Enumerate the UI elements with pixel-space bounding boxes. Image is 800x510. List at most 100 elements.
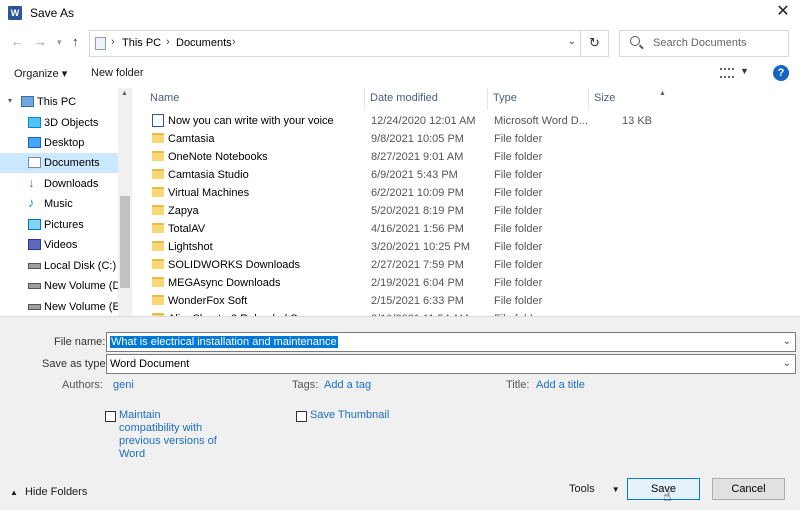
cancel-button[interactable]: Cancel <box>712 478 785 500</box>
cell-type: File folder <box>494 151 543 163</box>
chevron-right-icon[interactable]: › <box>111 36 115 48</box>
file-list-scrollbar[interactable] <box>656 88 670 316</box>
new-folder-button[interactable]: New folder <box>91 67 144 79</box>
pictures-icon <box>28 219 41 230</box>
address-bar[interactable]: › This PC › Documents › ⌄ ↻ <box>89 30 609 57</box>
title-bar: W Save As ✕ <box>0 0 800 26</box>
table-row[interactable]: Camtasia 9/8/2021 10:05 PM File folder <box>146 130 656 148</box>
cell-type: File folder <box>494 169 543 181</box>
drive-icon <box>28 304 41 310</box>
cell-name: WonderFox Soft <box>168 295 248 307</box>
column-header-type[interactable]: Type <box>487 88 588 110</box>
folder-icon <box>152 151 164 161</box>
address-row: ← → ▾ ↑ › This PC › Documents › ⌄ ↻ Sear… <box>0 26 800 60</box>
pc-icon <box>21 96 34 107</box>
nav-item-3d-objects[interactable]: 3D Objects <box>0 113 118 133</box>
cell-type: File folder <box>494 241 543 253</box>
search-box[interactable]: Search Documents <box>619 30 789 57</box>
chevron-right-icon[interactable]: › <box>232 36 236 48</box>
cell-date: 2/19/2021 6:04 PM <box>371 277 464 289</box>
word-icon: W <box>8 6 22 20</box>
cell-name: MEGAsync Downloads <box>168 277 281 289</box>
search-placeholder: Search Documents <box>653 37 747 49</box>
chevron-down-icon[interactable]: ⌄ <box>783 336 791 347</box>
expand-icon[interactable]: ▾ <box>8 96 12 105</box>
cell-date: 6/2/2021 10:09 PM <box>371 187 464 199</box>
address-dropdown-icon[interactable]: ⌄ <box>568 36 576 47</box>
nav-item-pictures[interactable]: Pictures <box>0 215 118 235</box>
breadcrumb-this-pc[interactable]: This PC <box>122 37 161 49</box>
table-row[interactable]: Zapya 5/20/2021 8:19 PM File folder <box>146 202 656 220</box>
nav-item-new-volume-e[interactable]: New Volume (E:) <box>0 297 127 317</box>
hide-folders-button[interactable]: ▲ Hide Folders <box>10 486 87 498</box>
cell-type: File folder <box>494 187 543 199</box>
cell-date: 5/20/2021 8:19 PM <box>371 205 464 217</box>
table-row[interactable]: Now you can write with your voice 12/24/2… <box>146 112 656 130</box>
chevron-right-icon[interactable]: › <box>166 36 170 48</box>
save-thumbnail-checkbox[interactable] <box>296 411 307 422</box>
table-row[interactable]: Lightshot 3/20/2021 10:25 PM File folder <box>146 238 656 256</box>
maintain-compatibility-checkbox[interactable] <box>105 411 116 422</box>
table-row[interactable]: Virtual Machines 6/2/2021 10:09 PM File fo… <box>146 184 656 202</box>
back-icon[interactable]: ← <box>11 34 24 49</box>
forward-icon[interactable]: → <box>34 34 47 49</box>
save-as-type-select[interactable]: Word Document ⌄ <box>106 354 796 374</box>
folder-icon <box>152 133 164 143</box>
window-title: Save As <box>30 6 75 20</box>
cell-name: TotalAV <box>168 223 206 235</box>
column-header-date-modified[interactable]: ⌃ Date modified <box>364 88 487 110</box>
nav-item-this-pc[interactable]: ▾ This PC <box>0 92 118 112</box>
table-row[interactable]: SOLIDWORKS Downloads 2/27/2021 7:59 PM Fil… <box>146 256 656 274</box>
title-label: Title: <box>506 379 530 391</box>
drive-icon <box>28 283 41 289</box>
nav-scrollbar[interactable] <box>118 88 132 316</box>
chevron-down-icon[interactable]: ⌄ <box>783 358 791 369</box>
maintain-compatibility-label[interactable]: Maintain compatibility with previous ver… <box>119 409 217 461</box>
cell-date: 9/8/2021 10:05 PM <box>371 133 464 145</box>
folder-icon <box>152 223 164 233</box>
tags-label: Tags: <box>292 379 319 391</box>
up-icon[interactable]: ↑ <box>72 34 79 49</box>
add-tag-link[interactable]: Add a tag <box>324 379 371 391</box>
search-icon <box>630 36 640 46</box>
cell-type: File folder <box>494 205 543 217</box>
cell-name: Lightshot <box>168 241 213 253</box>
view-options-icon[interactable] <box>720 68 734 78</box>
cell-date: 3/20/2021 10:25 PM <box>371 241 471 253</box>
help-icon[interactable]: ? <box>773 65 789 81</box>
nav-scroll-thumb[interactable] <box>120 196 130 288</box>
documents-icon <box>28 157 41 168</box>
table-row[interactable]: MEGAsync Downloads 2/19/2021 6:04 PM File … <box>146 274 656 292</box>
nav-item-local-disk-c[interactable]: Local Disk (C:) <box>0 256 118 276</box>
tools-button[interactable]: Tools ▼ <box>569 483 620 495</box>
cell-name: Zapya <box>168 205 199 217</box>
organize-button[interactable]: Organize ▾ <box>14 67 67 80</box>
cell-date: 8/27/2021 9:01 AM <box>371 151 464 163</box>
cell-name: OneNote Notebooks <box>168 151 268 163</box>
breadcrumb-documents[interactable]: Documents <box>176 37 232 49</box>
cell-date: 12/24/2020 12:01 AM <box>371 115 476 127</box>
table-row[interactable]: Camtasia Studio 6/9/2021 5:43 PM File fold… <box>146 166 656 184</box>
nav-item-documents[interactable]: Documents <box>0 153 118 173</box>
table-row[interactable]: OneNote Notebooks 8/27/2021 9:01 AM File f… <box>146 148 656 166</box>
nav-item-videos[interactable]: Videos <box>0 235 118 255</box>
cube-icon <box>28 117 41 128</box>
navigation-pane: ▾ This PC 3D Objects Desktop Documents ↓… <box>0 88 132 316</box>
refresh-icon[interactable]: ↻ <box>580 31 608 56</box>
cell-type: File folder <box>494 259 543 271</box>
column-header-size[interactable]: Size <box>588 88 656 110</box>
table-row[interactable]: WonderFox Soft 2/15/2021 6:33 PM File fold… <box>146 292 656 310</box>
nav-item-music[interactable]: ♪ Music <box>0 194 118 214</box>
recent-chevron-icon[interactable]: ▾ <box>57 37 62 48</box>
view-dropdown-icon[interactable]: ▼ <box>740 66 749 76</box>
nav-item-downloads[interactable]: ↓ Downloads <box>0 174 118 194</box>
nav-item-desktop[interactable]: Desktop <box>0 133 118 153</box>
save-thumbnail-label[interactable]: Save Thumbnail <box>310 409 389 422</box>
table-row[interactable]: TotalAV 4/16/2021 1:56 PM File folder <box>146 220 656 238</box>
authors-value[interactable]: geni <box>113 379 134 391</box>
nav-item-new-volume-d[interactable]: New Volume (D: <box>0 276 123 296</box>
file-name-input[interactable]: What is electrical installation and main… <box>106 332 796 352</box>
column-header-name[interactable]: Name <box>146 88 364 110</box>
close-icon[interactable]: ✕ <box>766 0 800 26</box>
add-title-link[interactable]: Add a title <box>536 379 585 391</box>
